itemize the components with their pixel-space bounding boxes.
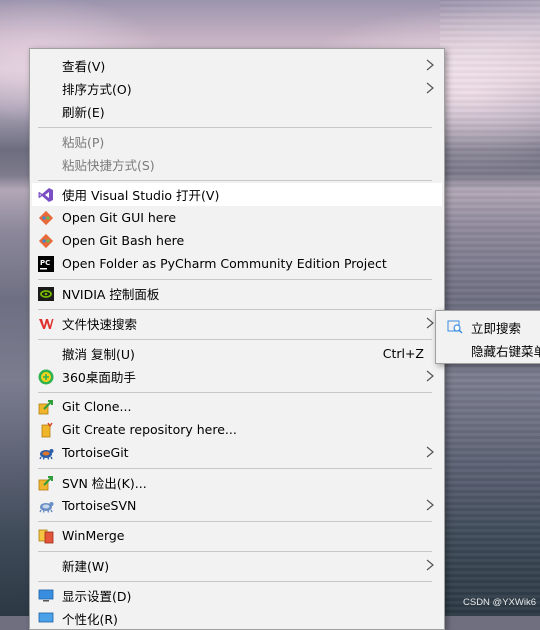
tortoisegit-icon [38, 445, 54, 461]
context-menu: 查看(V) 排序方式(O) 刷新(E) 粘贴(P) 粘贴快捷方式(S) 使用 V… [29, 48, 445, 630]
menu-item-paste-shortcut: 粘贴快捷方式(S) [32, 153, 442, 176]
menu-separator [38, 279, 432, 280]
menu-item-label: TortoiseGit [62, 445, 129, 460]
menu-item-label: NVIDIA 控制面板 [62, 287, 160, 302]
menu-item-tortoisesvn[interactable]: TortoiseSVN [32, 494, 442, 517]
menu-item-file-quick-search[interactable]: 文件快速搜索 [32, 312, 442, 335]
menu-item-display-settings[interactable]: 显示设置(D) [32, 584, 442, 607]
menu-separator [38, 581, 432, 582]
menu-separator [38, 339, 432, 340]
personalize-icon [38, 611, 54, 627]
watermark: CSDN @YXWik6 [463, 597, 536, 608]
chevron-right-icon [426, 82, 434, 94]
menu-item-label: 360桌面助手 [62, 370, 136, 385]
menu-item-refresh[interactable]: 刷新(E) [32, 100, 442, 123]
menu-item-label: 粘贴快捷方式(S) [62, 158, 155, 173]
menu-item-winmerge[interactable]: WinMerge [32, 524, 442, 547]
menu-separator [38, 309, 432, 310]
menu-item-label: Open Folder as PyCharm Community Edition… [62, 256, 387, 271]
git-clone-icon [38, 399, 54, 415]
menu-separator [38, 521, 432, 522]
winmerge-icon [38, 528, 54, 544]
menu-item-git-gui[interactable]: Open Git GUI here [32, 206, 442, 229]
360-icon [38, 369, 54, 385]
chevron-right-icon [426, 59, 434, 71]
menu-item-open-visual-studio[interactable]: 使用 Visual Studio 打开(V) [32, 183, 442, 206]
chevron-right-icon [426, 559, 434, 571]
menu-item-360-desktop[interactable]: 360桌面助手 [32, 365, 442, 388]
search-folder-icon [447, 318, 463, 334]
svg-text:PC: PC [40, 259, 50, 267]
display-settings-icon [38, 588, 54, 604]
menu-item-git-create-repo[interactable]: Git Create repository here... [32, 418, 442, 441]
pycharm-icon: PC [38, 256, 54, 272]
git-gui-icon [38, 210, 54, 226]
menu-item-label: Open Git GUI here [62, 210, 177, 225]
menu-item-label: 粘贴(P) [62, 135, 105, 150]
tortoisesvn-icon [38, 498, 54, 514]
menu-separator [38, 392, 432, 393]
menu-item-sort[interactable]: 排序方式(O) [32, 77, 442, 100]
chevron-right-icon [426, 499, 434, 511]
git-create-repo-icon [38, 422, 54, 438]
menu-item-shortcut: Ctrl+Z [382, 346, 424, 361]
submenu-item-hide-context-menu[interactable]: 隐藏右键菜单 [438, 337, 540, 360]
menu-item-new[interactable]: 新建(W) [32, 554, 442, 577]
menu-item-pycharm[interactable]: PC Open Folder as PyCharm Community Edit… [32, 252, 442, 275]
menu-separator [38, 180, 432, 181]
menu-separator [38, 127, 432, 128]
menu-item-git-clone[interactable]: Git Clone... [32, 395, 442, 418]
submenu-item-label: 隐藏右键菜单 [471, 344, 540, 359]
menu-item-label: 撤消 复制(U) [62, 347, 135, 362]
menu-item-git-bash[interactable]: Open Git Bash here [32, 229, 442, 252]
menu-separator [38, 468, 432, 469]
wps-icon [38, 316, 54, 332]
menu-item-label: Git Clone... [62, 399, 132, 414]
svn-checkout-icon [38, 475, 54, 491]
menu-item-personalize[interactable]: 个性化(R) [32, 607, 442, 630]
menu-item-svn-checkout[interactable]: SVN 检出(K)... [32, 471, 442, 494]
menu-item-label: SVN 检出(K)... [62, 476, 147, 491]
menu-item-label: 排序方式(O) [62, 82, 132, 97]
menu-item-label: 使用 Visual Studio 打开(V) [62, 188, 220, 203]
nvidia-icon [38, 286, 54, 302]
menu-item-label: 刷新(E) [62, 105, 105, 120]
menu-item-tortoisegit[interactable]: TortoiseGit [32, 441, 442, 464]
menu-item-view[interactable]: 查看(V) [32, 54, 442, 77]
menu-item-label: 新建(W) [62, 559, 110, 574]
file-quick-search-submenu: 立即搜索 隐藏右键菜单 [435, 310, 540, 364]
menu-item-paste: 粘贴(P) [32, 130, 442, 153]
chevron-right-icon [426, 446, 434, 458]
menu-item-label: WinMerge [62, 528, 125, 543]
menu-item-nvidia[interactable]: NVIDIA 控制面板 [32, 282, 442, 305]
menu-item-label: Open Git Bash here [62, 233, 185, 248]
menu-item-label: 个性化(R) [62, 612, 118, 627]
visual-studio-icon [38, 187, 54, 203]
chevron-right-icon [426, 370, 434, 382]
menu-item-label: Git Create repository here... [62, 422, 237, 437]
menu-item-label: 查看(V) [62, 59, 106, 74]
menu-item-label: 显示设置(D) [62, 589, 132, 604]
submenu-item-search-now[interactable]: 立即搜索 [438, 314, 540, 337]
menu-item-label: TortoiseSVN [62, 498, 137, 513]
git-bash-icon [38, 233, 54, 249]
menu-item-undo-copy[interactable]: 撤消 复制(U) Ctrl+Z [32, 342, 442, 365]
menu-separator [38, 551, 432, 552]
menu-item-label: 文件快速搜索 [62, 317, 138, 332]
submenu-item-label: 立即搜索 [471, 321, 522, 336]
